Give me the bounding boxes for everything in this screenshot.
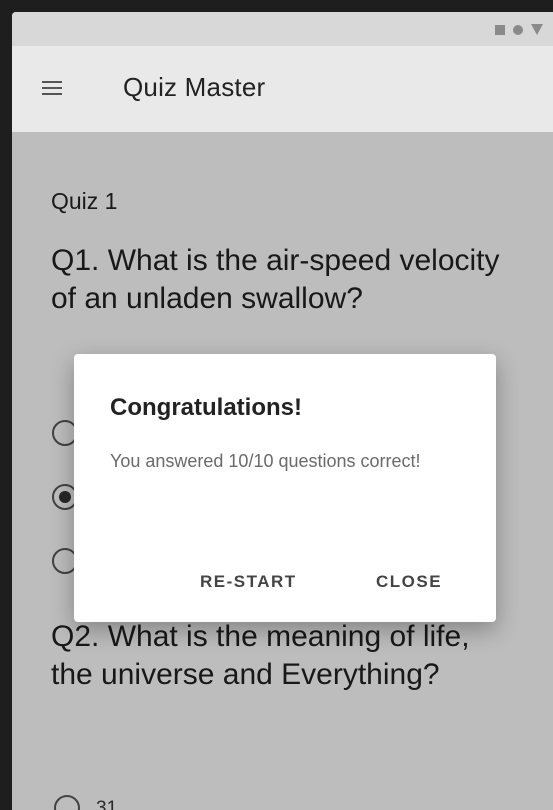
status-icons [495, 24, 543, 35]
congratulations-dialog: Congratulations! You answered 10/10 ques… [74, 354, 496, 622]
hamburger-menu-icon[interactable] [42, 81, 62, 97]
circle-icon [513, 24, 523, 35]
app-bar: Quiz Master [12, 46, 553, 133]
restart-button[interactable]: RE-START [194, 568, 303, 596]
dialog-message: You answered 10/10 questions correct! [110, 451, 421, 471]
dialog-title: Congratulations! [110, 394, 302, 421]
notification-icon [495, 24, 505, 35]
status-bar [12, 12, 553, 46]
close-button[interactable]: CLOSE [370, 568, 448, 596]
device-screen: Quiz Master Quiz 1 Q1. What is the air-s… [12, 12, 553, 810]
app-title: Quiz Master [123, 72, 266, 102]
signal-icon [531, 24, 543, 35]
